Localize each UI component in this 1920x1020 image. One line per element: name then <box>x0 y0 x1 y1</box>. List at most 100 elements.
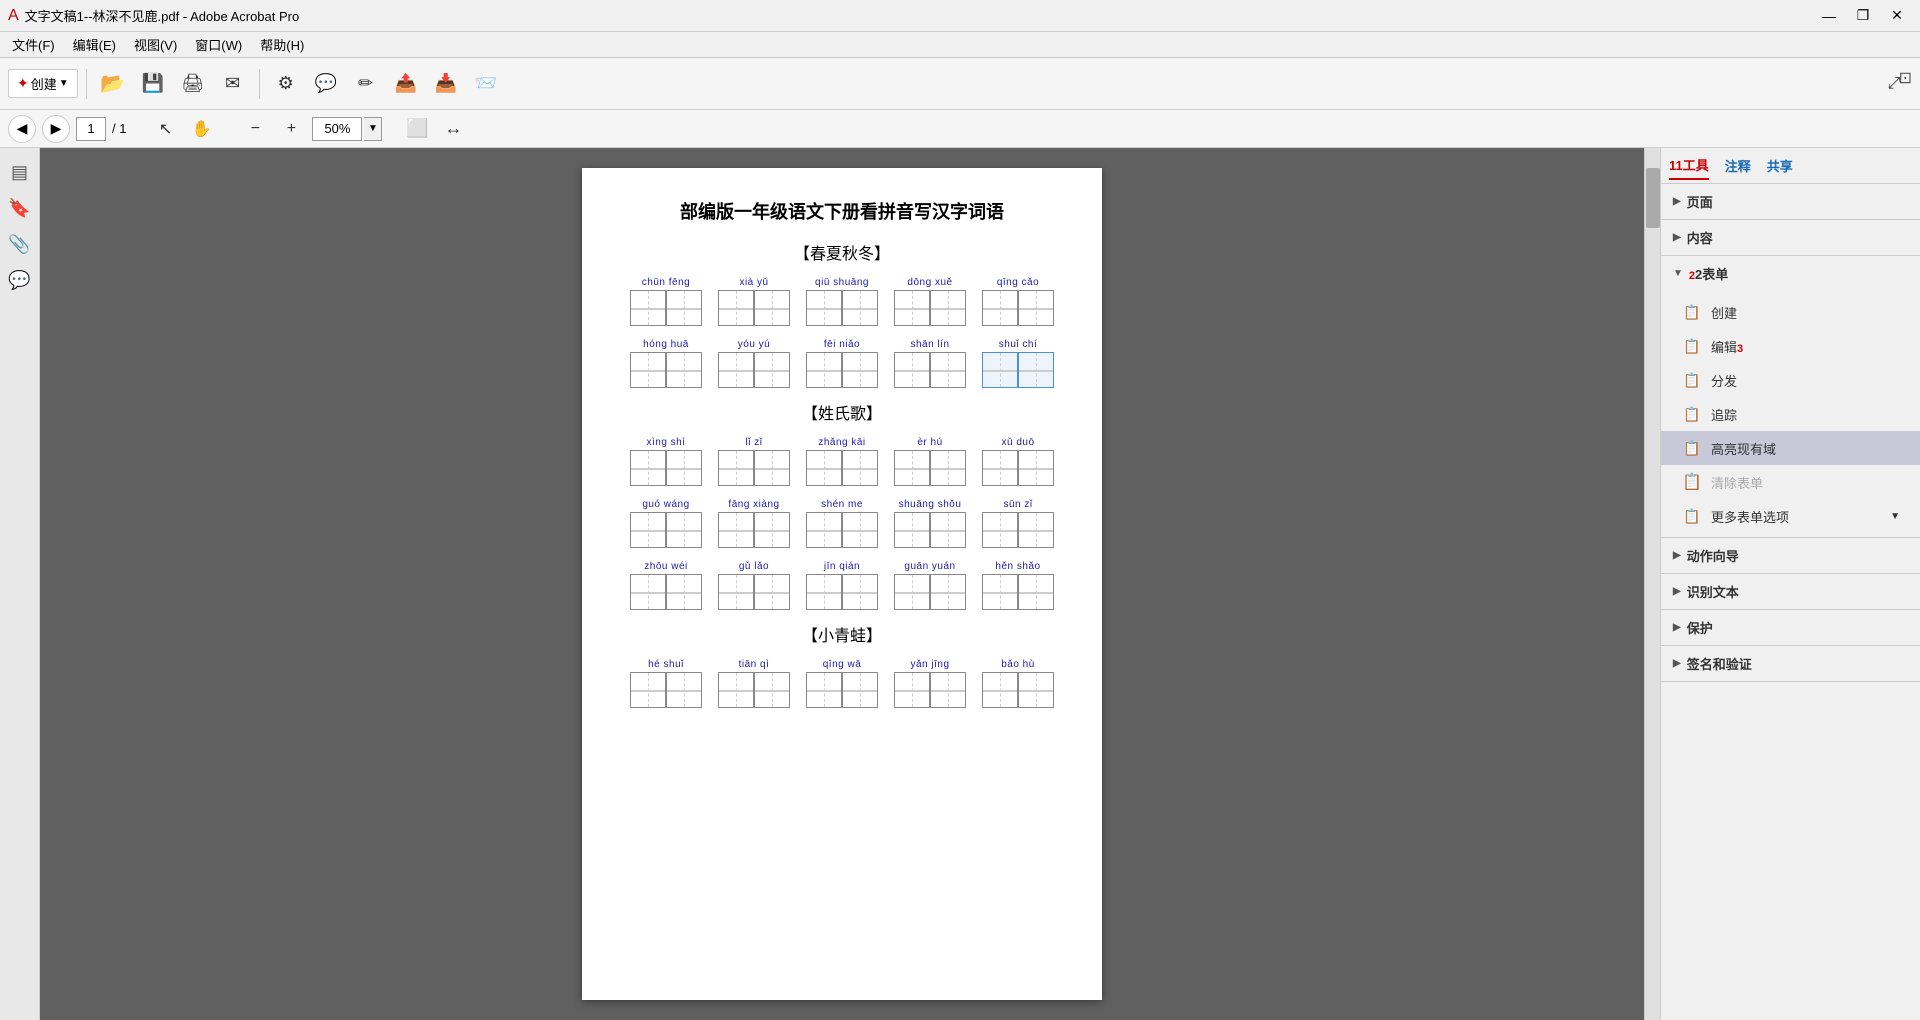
section-sign-header[interactable]: ▶ 签名和验证 <box>1661 646 1920 681</box>
section-content-header[interactable]: ▶ 内容 <box>1661 220 1920 255</box>
edit-button[interactable]: ✏ <box>348 66 384 102</box>
tab-share[interactable]: 共享 <box>1767 152 1793 179</box>
fit-page-button[interactable]: ⬜ <box>402 115 432 143</box>
char-box <box>630 672 666 708</box>
menu-help[interactable]: 帮助(H) <box>252 33 312 56</box>
zoom-input[interactable] <box>312 117 362 141</box>
page-number-input[interactable] <box>76 117 106 141</box>
settings-button[interactable]: ⚙ <box>268 66 304 102</box>
menu-bar: 文件(F) 编辑(E) 视图(V) 窗口(W) 帮助(H) ⊡ <box>0 32 1920 58</box>
prev-page-button[interactable]: ◀ <box>8 115 36 143</box>
word-group: sūn zǐ <box>974 496 1062 548</box>
title-bar-controls: — ❐ ✕ <box>1814 5 1912 27</box>
app-icon: A <box>8 7 19 25</box>
section-page-header[interactable]: ▶ 页面 <box>1661 184 1920 219</box>
char-box <box>630 450 666 486</box>
close-button[interactable]: ✕ <box>1882 5 1912 27</box>
char-boxes <box>718 512 790 548</box>
print-button[interactable]: 🖨 <box>175 66 211 102</box>
section-action-wizard-header[interactable]: ▶ 动作向导 <box>1661 538 1920 573</box>
share-left-button[interactable]: 📤 <box>388 66 424 102</box>
section-sign-label: 签名和验证 <box>1687 654 1752 673</box>
menu-window[interactable]: 窗口(W) <box>187 33 250 56</box>
save-button[interactable]: 💾 <box>135 66 171 102</box>
form-distribute-label: 分发 <box>1711 371 1737 390</box>
pinyin-text: zhǎng kāi <box>818 434 865 448</box>
char-boxes <box>982 512 1054 548</box>
form-edit-item[interactable]: 📋 编辑3 <box>1661 329 1920 363</box>
form-more-arrow-icon: ▼ <box>1890 511 1900 522</box>
char-box <box>718 290 754 326</box>
char-box <box>666 574 702 610</box>
sidebar-comment-icon[interactable]: 💬 <box>4 264 36 296</box>
restore-button[interactable]: ❐ <box>1848 5 1878 27</box>
char-box <box>1018 512 1054 548</box>
section-action-wizard-label: 动作向导 <box>1687 546 1739 565</box>
form-track-item[interactable]: 📋 追踪 <box>1661 397 1920 431</box>
menu-file[interactable]: 文件(F) <box>4 33 63 56</box>
pinyin-text: gǔ lǎo <box>739 558 769 572</box>
char-box <box>718 450 754 486</box>
menu-edit[interactable]: 编辑(E) <box>65 33 124 56</box>
char-box <box>806 574 842 610</box>
sidebar-bookmark-icon[interactable]: 🔖 <box>4 192 36 224</box>
section-recognize-text-label: 识别文本 <box>1687 582 1739 601</box>
section-protect-header[interactable]: ▶ 保护 <box>1661 610 1920 645</box>
zoom-dropdown[interactable]: ▼ <box>364 117 382 141</box>
char-boxes <box>806 672 878 708</box>
char-box <box>930 290 966 326</box>
word-group: èr hú <box>886 434 974 486</box>
scroll-thumb[interactable] <box>1646 168 1660 228</box>
pinyin-row-0-1: hóng huā yóu yú fēi niǎo <box>622 336 1062 388</box>
char-box <box>754 290 790 326</box>
zoom-container: ▼ <box>312 117 382 141</box>
cursor-tool-button[interactable]: ↖ <box>150 115 180 143</box>
word-group: tiān qì <box>710 656 798 708</box>
menu-view[interactable]: 视图(V) <box>126 33 185 56</box>
pinyin-text: xǔ duō <box>1001 434 1034 448</box>
triangle-icon: ▶ <box>1673 550 1681 561</box>
triangle-icon: ▶ <box>1673 622 1681 633</box>
window-title: 文字文稿1--林深不见鹿.pdf - Adobe Acrobat Pro <box>25 6 300 25</box>
word-group: qīng cǎo <box>974 274 1062 326</box>
export-button[interactable]: 📨 <box>468 66 504 102</box>
form-highlight-item[interactable]: 📋 高亮现有域 <box>1661 431 1920 465</box>
char-box <box>666 672 702 708</box>
minimize-button[interactable]: — <box>1814 5 1844 27</box>
char-boxes <box>894 290 966 326</box>
word-group: jīn qián <box>798 558 886 610</box>
pinyin-text: chūn fēng <box>642 274 690 288</box>
pinyin-row-1-1: guó wáng fāng xiàng shén me <box>622 496 1062 548</box>
comment-button[interactable]: 💬 <box>308 66 344 102</box>
char-box <box>842 672 878 708</box>
hand-tool-button[interactable]: ✋ <box>186 115 216 143</box>
form-highlight-label: 高亮现有域 <box>1711 439 1776 458</box>
char-boxes <box>630 290 702 326</box>
pdf-viewer[interactable]: 部编版一年级语文下册看拼音写汉字词语 【春夏秋冬】 chūn fēng xià … <box>40 148 1644 1020</box>
form-create-item[interactable]: 📋 创建 <box>1661 295 1920 329</box>
next-page-button[interactable]: ▶ <box>42 115 70 143</box>
section-form-header[interactable]: ▼ 22表单 <box>1661 256 1920 291</box>
sidebar-attachment-icon[interactable]: 📎 <box>4 228 36 260</box>
share-right-button[interactable]: 📥 <box>428 66 464 102</box>
section-recognize-text-header[interactable]: ▶ 识别文本 <box>1661 574 1920 609</box>
zoom-in-button[interactable]: + <box>276 115 306 143</box>
fit-width-button[interactable]: ↔ <box>438 115 468 143</box>
form-more-item[interactable]: 📋 更多表单选项 ▼ <box>1661 499 1920 533</box>
word-group: guó wáng <box>622 496 710 548</box>
char-box <box>754 512 790 548</box>
create-button[interactable]: ✦ 创建 ▼ <box>8 69 78 98</box>
form-distribute-item[interactable]: 📋 分发 <box>1661 363 1920 397</box>
open-button[interactable]: 📂 <box>95 66 131 102</box>
form-clear-item: 📋 清除表单 <box>1661 465 1920 499</box>
sidebar-page-icon[interactable]: ▤ <box>4 156 36 188</box>
vertical-scrollbar[interactable] <box>1644 148 1660 1020</box>
panel-toggle-icon[interactable]: ⊡ <box>1891 64 1920 92</box>
tab-comments[interactable]: 注释 <box>1725 152 1751 179</box>
char-boxes <box>718 290 790 326</box>
char-box <box>630 574 666 610</box>
zoom-out-button[interactable]: − <box>240 115 270 143</box>
tab-tools[interactable]: 11工具 <box>1669 151 1709 180</box>
email-button[interactable]: ✉ <box>215 66 251 102</box>
pinyin-text: shén me <box>821 496 863 510</box>
